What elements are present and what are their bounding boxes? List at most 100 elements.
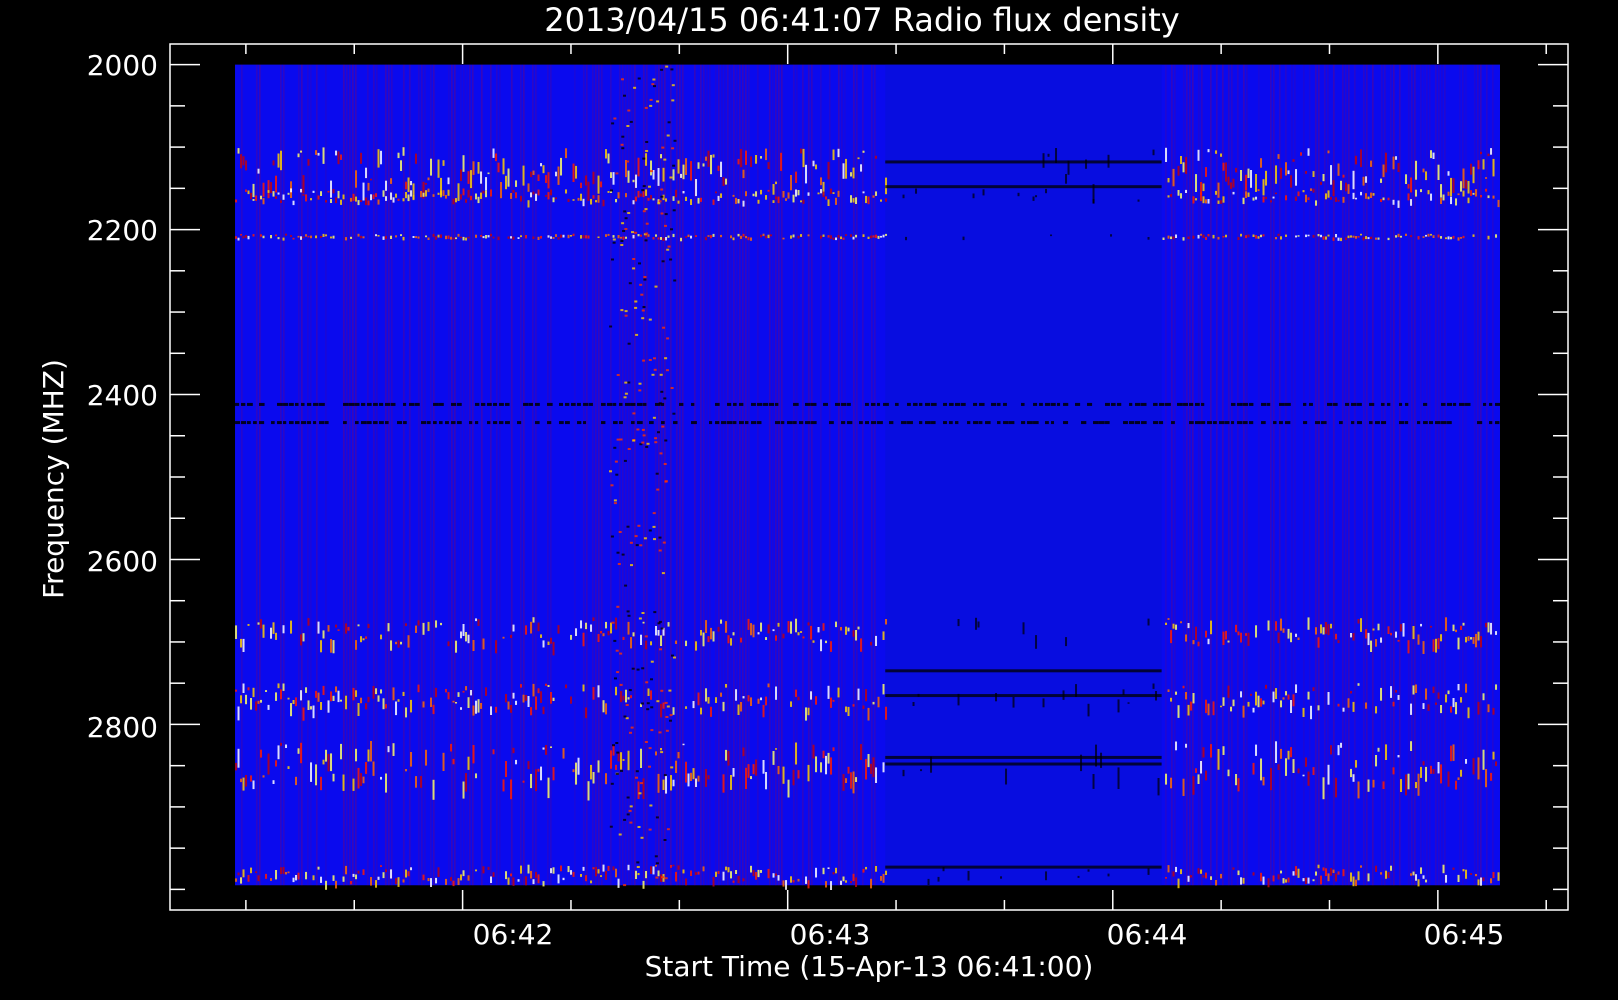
emission-pixel [405,769,408,772]
emission-pixel [577,197,580,201]
absorption-pixel [367,421,372,425]
emission-pixel [1345,182,1348,191]
emission-pixel [1397,639,1400,642]
absorption-pixel [715,402,720,406]
emission-pixel [1277,233,1280,237]
emission-pixel [1195,626,1198,640]
absorption-pixel [793,402,799,406]
emission-pixel [1282,628,1285,633]
emission-pixel [247,190,250,195]
emission-pixel [787,621,790,633]
emission-pixel [605,621,608,629]
emission-pixel [1365,702,1368,709]
emission-pixel [1430,765,1433,774]
burst-stripe [523,64,525,886]
emission-pixel [477,619,480,626]
emission-pixel [510,705,513,713]
absorption-pixel [247,421,251,425]
absorption-pixel [379,421,384,425]
burst-stripe [1309,64,1311,886]
emission-pixel [1480,151,1483,155]
emission-pixel [317,152,320,156]
emission-pixel [385,704,388,709]
emission-pixel [830,235,833,239]
emission-pixel [1450,196,1453,205]
emission-pixel [1487,704,1490,713]
emission-pixel [660,154,663,159]
emission-pixel [1425,234,1428,237]
emission-pixel [370,877,373,886]
burst-speckle [650,678,653,681]
burst-stripe [664,64,666,886]
emission-pixel [752,193,755,197]
absorption-pixel [1009,421,1015,425]
emission-pixel [305,687,308,693]
emission-pixel [1217,749,1220,770]
emission-pixel [867,196,870,205]
emission-pixel [1320,875,1323,885]
absorption-pixel [319,402,325,406]
emission-pixel [487,235,490,238]
emission-pixel [782,237,785,240]
emission-pixel [387,623,390,632]
emission-pixel [462,690,465,693]
emission-pixel [362,182,365,201]
burst-speckle [648,529,652,532]
emission-pixel [432,704,435,715]
burst-speckle [629,541,633,544]
burst-speckle [670,228,673,231]
burst-speckle [629,731,632,734]
emission-pixel [1292,159,1295,162]
burst-speckle [649,98,653,101]
burst-stripe [595,64,597,886]
emission-pixel [1185,743,1188,748]
emission-pixel [352,193,355,201]
emission-pixel [247,687,250,691]
emission-pixel [612,172,615,185]
emission-pixel [760,189,763,195]
emission-pixel [537,874,540,884]
absorption-pixel [1309,402,1313,406]
emission-pixel [315,690,318,698]
emission-pixel [1065,174,1068,184]
absorption-pixel [1279,421,1283,425]
emission-pixel [697,162,700,169]
burst-stripe [346,64,348,886]
emission-pixel [1327,873,1330,882]
emission-pixel [340,699,343,702]
emission-pixel [1447,690,1450,695]
emission-pixel [677,752,680,759]
emission-pixel [1450,745,1453,762]
emission-pixel [785,880,788,890]
emission-pixel [745,236,748,239]
emission-pixel [830,881,833,890]
emission-pixel [877,235,880,239]
emission-pixel [832,192,835,194]
emission-pixel [1360,233,1363,236]
emission-pixel [1365,176,1368,183]
absorption-pixel [1033,421,1039,425]
emission-pixel [515,192,518,199]
emission-pixel [1485,177,1488,179]
emission-pixel [355,640,358,650]
emission-pixel [725,866,728,871]
burst-speckle [644,239,648,242]
emission-pixel [355,874,358,880]
emission-pixel [650,160,653,176]
emission-pixel [447,189,450,196]
emission-pixel [307,618,310,626]
burst-speckle [636,861,640,864]
emission-pixel [1257,189,1260,192]
emission-pixel [632,234,635,239]
burst-speckle [654,437,658,440]
emission-pixel [350,236,353,239]
emission-pixel [270,182,273,194]
emission-pixel [850,172,853,177]
emission-pixel [865,866,868,870]
emission-pixel [1280,870,1283,874]
burst-speckle [635,770,639,773]
emission-pixel [905,236,908,241]
emission-pixel [875,635,878,646]
emission-pixel [1185,189,1188,193]
absorption-pixel [535,402,540,406]
